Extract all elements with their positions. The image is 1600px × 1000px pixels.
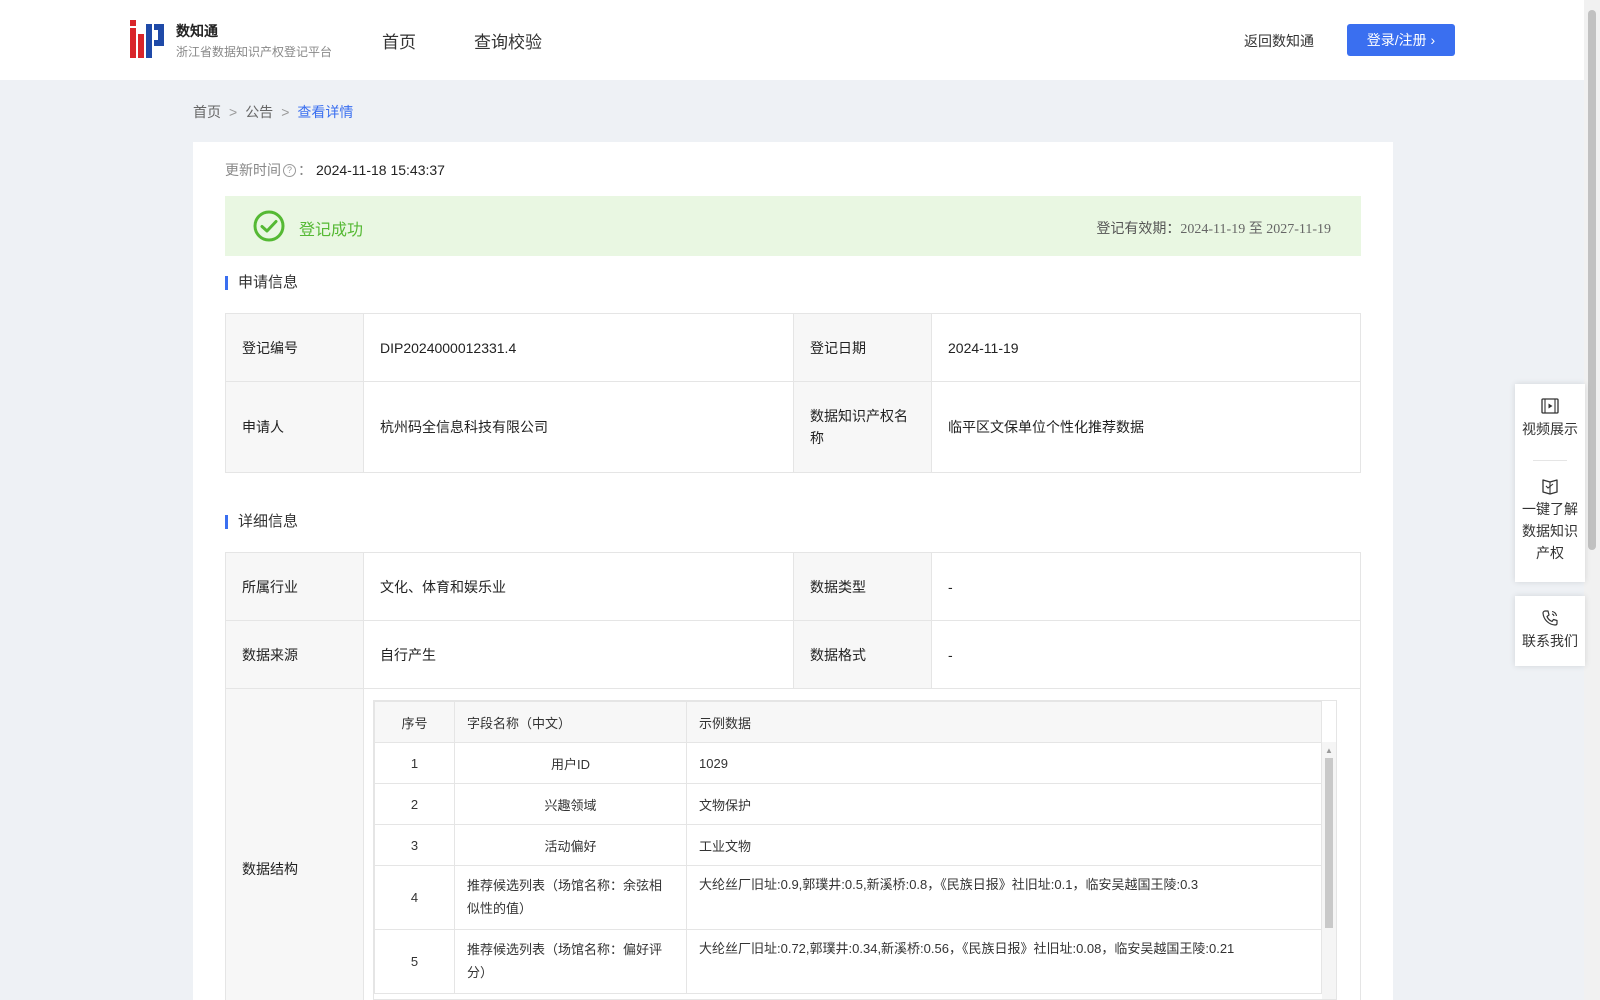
table-row: 3 活动偏好 工业文物 <box>374 824 1322 866</box>
col-header-example: 示例数据 <box>686 701 1322 743</box>
ip-name-value: 临平区文保单位个性化推荐数据 <box>931 381 1361 473</box>
row-field-name: 用户ID <box>454 742 687 784</box>
row-example: 大纶丝厂旧址:0.72,郭璞井:0.34,新溪桥:0.56，《民族日报》社旧址:… <box>686 929 1322 994</box>
logo-icon[interactable] <box>130 20 166 58</box>
structure-table-scrollbar-thumb[interactable] <box>1325 758 1333 928</box>
data-type-label: 数据类型 <box>793 552 932 621</box>
scroll-up-icon[interactable]: ▲ <box>1325 746 1333 755</box>
applicant-label: 申请人 <box>225 381 364 473</box>
breadcrumb-separator: > <box>229 104 238 120</box>
row-field-name: 推荐候选列表（场馆名称：余弦相似性的值） <box>454 865 687 930</box>
data-type-value: - <box>931 552 1361 621</box>
row-no: 4 <box>374 865 455 930</box>
applicant-value: 杭州码全信息科技有限公司 <box>363 381 794 473</box>
table-row: 1 用户ID 1029 <box>374 742 1322 784</box>
top-header: 数知通 浙江省数据知识产权登记平台 首页 查询校验 返回数知通 登录/注册 › <box>0 0 1584 80</box>
page-scrollbar-thumb[interactable] <box>1588 10 1596 550</box>
side-float-panel: 视频展示 一键了解 数据知识 产权 <box>1515 384 1585 582</box>
table-row: 5 推荐候选列表（场馆名称：偏好评分） 大纶丝厂旧址:0.72,郭璞井:0.34… <box>374 929 1322 994</box>
industry-value: 文化、体育和娱乐业 <box>363 552 794 621</box>
ip-name-label: 数据知识产权名称 <box>793 381 932 473</box>
help-icon[interactable]: ? <box>283 163 296 177</box>
update-time-value: 2024-11-18 15:43:37 <box>316 162 445 178</box>
learn-data-ip-button[interactable]: 一键了解 数据知识 产权 <box>1515 476 1585 564</box>
page-scrollbar[interactable] <box>1584 0 1600 1000</box>
row-field-name: 推荐候选列表（场馆名称：偏好评分） <box>454 929 687 994</box>
contact-us-button[interactable]: 联系我们 <box>1515 608 1585 652</box>
table-row: 登记编号 DIP2024000012331.4 登记日期 2024-11-19 <box>225 313 1361 382</box>
brand-name: 数知通 <box>176 23 218 39</box>
phone-icon <box>1542 610 1558 626</box>
row-field-name: 兴趣领域 <box>454 783 687 825</box>
learn-line-3: 产权 <box>1536 545 1564 561</box>
breadcrumb-announcement[interactable]: 公告 <box>245 104 273 120</box>
video-icon <box>1541 398 1559 414</box>
breadcrumb: 首页 > 公告 > 查看详情 <box>193 102 353 122</box>
book-icon <box>1542 479 1558 495</box>
back-to-shuzhitong-link[interactable]: 返回数知通 <box>1244 31 1314 51</box>
apply-info-table: 登记编号 DIP2024000012331.4 登记日期 2024-11-19 … <box>225 313 1361 473</box>
table-row: 所属行业 文化、体育和娱乐业 数据类型 - <box>225 552 1361 621</box>
table-row: 申请人 杭州码全信息科技有限公司 数据知识产权名称 临平区文保单位个性化推荐数据 <box>225 381 1361 473</box>
learn-line-2: 数据知识 <box>1522 523 1578 539</box>
learn-line-1: 一键了解 <box>1522 501 1578 517</box>
table-header-row: 序号 字段名称（中文） 示例数据 <box>374 701 1322 743</box>
data-structure-table-wrapper: 序号 字段名称（中文） 示例数据 1 用户ID 1029 2 兴趣领域 文物保护… <box>373 700 1337 1000</box>
check-circle-icon <box>253 210 285 242</box>
structure-label: 数据结构 <box>225 688 364 1000</box>
row-example: 文物保护 <box>686 783 1322 825</box>
table-row: 4 推荐候选列表（场馆名称：余弦相似性的值） 大纶丝厂旧址:0.9,郭璞井:0.… <box>374 865 1322 930</box>
contact-us-label: 联系我们 <box>1522 633 1578 649</box>
validity-label: 登记有效期： <box>1096 220 1181 236</box>
structure-table-scrollbar[interactable]: ▲ <box>1322 742 1336 999</box>
detail-card: 更新时间 ? ： 2024-11-18 15:43:37 登记成功 登记有效期：… <box>193 142 1393 1000</box>
reg-date-value: 2024-11-19 <box>931 313 1361 382</box>
format-label: 数据格式 <box>793 620 932 689</box>
update-time-row: 更新时间 ? ： 2024-11-18 15:43:37 <box>225 160 445 180</box>
col-header-no: 序号 <box>374 701 455 743</box>
row-no: 5 <box>374 929 455 994</box>
video-showcase-label: 视频展示 <box>1522 421 1578 437</box>
row-field-name: 活动偏好 <box>454 824 687 866</box>
brand-subtitle: 浙江省数据知识产权登记平台 <box>176 45 333 59</box>
data-structure-table: 序号 字段名称（中文） 示例数据 1 用户ID 1029 2 兴趣领域 文物保护… <box>374 701 1322 994</box>
section-title-apply: 申请信息 <box>225 275 298 290</box>
status-banner: 登记成功 登记有效期：2024-11-19 至 2027-11-19 <box>225 196 1361 256</box>
reg-no-label: 登记编号 <box>225 313 364 382</box>
breadcrumb-separator: > <box>281 104 290 120</box>
video-showcase-button[interactable]: 视频展示 <box>1515 396 1585 440</box>
validity-dates: 2024-11-19 至 2027-11-19 <box>1180 222 1331 237</box>
row-example: 工业文物 <box>686 824 1322 866</box>
login-register-button[interactable]: 登录/注册 › <box>1347 24 1455 56</box>
validity-period: 登记有效期：2024-11-19 至 2027-11-19 <box>1096 218 1331 238</box>
reg-date-label: 登记日期 <box>793 313 932 382</box>
source-label: 数据来源 <box>225 620 364 689</box>
breadcrumb-current: 查看详情 <box>297 104 354 120</box>
table-row: 2 兴趣领域 文物保护 <box>374 783 1322 825</box>
update-time-colon: ： <box>298 162 312 178</box>
breadcrumb-home[interactable]: 首页 <box>193 104 221 120</box>
contact-float-panel: 联系我们 <box>1515 596 1585 666</box>
section-title-detail: 详细信息 <box>225 514 298 529</box>
row-no: 3 <box>374 824 455 866</box>
row-no: 1 <box>374 742 455 784</box>
table-row: 数据来源 自行产生 数据格式 - <box>225 620 1361 689</box>
nav-home[interactable]: 首页 <box>382 28 416 53</box>
industry-label: 所属行业 <box>225 552 364 621</box>
row-example: 1029 <box>686 742 1322 784</box>
update-time-label: 更新时间 <box>225 162 281 178</box>
nav-query-verify[interactable]: 查询校验 <box>474 28 542 53</box>
format-value: - <box>931 620 1361 689</box>
divider <box>1533 460 1567 461</box>
source-value: 自行产生 <box>363 620 794 689</box>
row-no: 2 <box>374 783 455 825</box>
status-text: 登记成功 <box>299 222 364 239</box>
col-header-field-name: 字段名称（中文） <box>454 701 687 743</box>
reg-no-value: DIP2024000012331.4 <box>363 313 794 382</box>
row-example: 大纶丝厂旧址:0.9,郭璞井:0.5,新溪桥:0.8，《民族日报》社旧址:0.1… <box>686 865 1322 930</box>
